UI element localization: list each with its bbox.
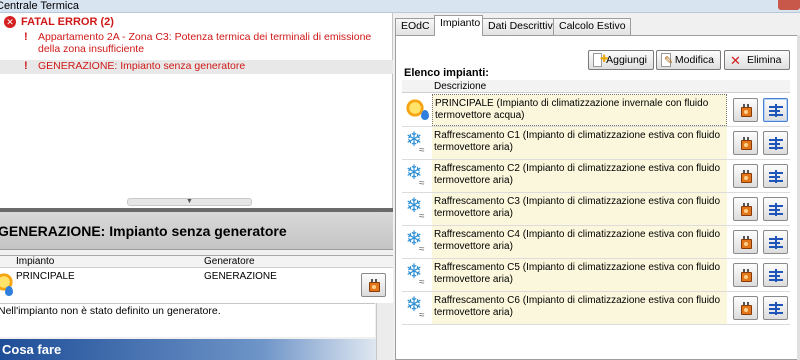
distribution-button[interactable] [763, 98, 788, 122]
title-bar: Centrale Termica [0, 0, 800, 13]
distribution-icon [769, 236, 783, 249]
error-list-panel: ✕ FATAL ERROR (2) ! Appartamento 2A - Zo… [0, 13, 393, 208]
action-header: Cosa fare [0, 339, 376, 360]
error-group-title: FATAL ERROR (2) [21, 16, 114, 28]
list-label: Elenco impianti: [404, 67, 489, 79]
collapse-handle[interactable]: ▼ [127, 198, 252, 206]
distribution-icon [769, 203, 783, 216]
add-document-icon: ✚ [593, 53, 608, 67]
tab-calcolo-estivo[interactable]: Calcolo Estivo [553, 18, 631, 35]
generator-icon [741, 104, 752, 117]
delete-icon: ✕ [730, 53, 741, 68]
row-description: Raffrescamento C6 (Impianto di climatizz… [432, 292, 727, 324]
distribution-button[interactable] [763, 263, 788, 287]
snowflake-cooling-icon: ❄ ≈ [405, 162, 425, 189]
distribution-icon [769, 170, 783, 183]
list-row[interactable]: ❄ ≈ Raffrescamento C2 (Impianto di climat… [402, 160, 790, 193]
delete-button[interactable]: ✕ Elimina [724, 50, 790, 70]
row-description: Raffrescamento C3 (Impianto di climatizz… [432, 193, 727, 225]
window-title: Centrale Termica [0, 0, 79, 12]
detail-header: GENERAZIONE: Impianto senza generatore [0, 212, 393, 250]
generator-icon [741, 302, 752, 315]
generator-icon [741, 203, 752, 216]
distribution-icon [769, 137, 783, 150]
distribution-button[interactable] [763, 230, 788, 254]
action-header-title: Cosa fare [2, 342, 62, 357]
right-panel: EOdC Impianto Dati Descrittivi Calcolo E… [393, 13, 800, 360]
detail-note: Nell'impianto non è stato definito un ge… [0, 303, 375, 337]
edit-icon: ✎ [661, 53, 673, 67]
row-description: Raffrescamento C1 (Impianto di climatizz… [432, 127, 727, 159]
row-description: Raffrescamento C5 (Impianto di climatizz… [432, 259, 727, 291]
row-description: PRINCIPALE (Impianto di climatizzazione … [432, 94, 727, 126]
generator-icon [741, 137, 752, 150]
grid-row[interactable]: PRINCIPALE GENERAZIONE [0, 269, 393, 303]
snowflake-cooling-icon: ❄ ≈ [405, 261, 425, 288]
generator-icon [741, 236, 752, 249]
distribution-button[interactable] [763, 296, 788, 320]
error-item-text: GENERAZIONE: Impianto senza generatore [38, 60, 246, 72]
edit-button[interactable]: ✎ Modifica [656, 50, 721, 70]
list-row[interactable]: ❄ ≈ Raffrescamento C1 (Impianto di climat… [402, 127, 790, 160]
cell-impianto: PRINCIPALE [16, 271, 75, 282]
list-row[interactable]: ❄ ≈ Raffrescamento C5 (Impianto di climat… [402, 259, 790, 292]
generator-button[interactable] [733, 230, 758, 254]
generator-icon [741, 170, 752, 183]
detail-grid: Impianto Generatore PRINCIPALE GENERAZIO… [0, 255, 393, 303]
snowflake-cooling-icon: ❄ ≈ [405, 294, 425, 321]
warning-icon: ! [24, 60, 28, 72]
edit-button-label: Modifica [674, 54, 714, 66]
column-header-impianto[interactable]: Impianto [16, 256, 54, 268]
tab-eodc[interactable]: EOdC [395, 18, 435, 35]
list-row[interactable]: PRINCIPALE (Impianto di climatizzazione … [402, 94, 790, 127]
add-button-label: Aggiungi [606, 54, 647, 66]
snowflake-cooling-icon: ❄ ≈ [405, 228, 425, 255]
error-icon: ✕ [4, 16, 16, 28]
column-header-descrizione[interactable]: Descrizione [434, 80, 486, 93]
generator-button[interactable] [733, 131, 758, 155]
error-item[interactable]: ! Appartamento 2A - Zona C3: Potenza ter… [0, 31, 393, 57]
generator-button[interactable] [733, 98, 758, 122]
generator-icon [741, 269, 752, 282]
grid-header: Impianto Generatore [0, 256, 393, 268]
snowflake-cooling-icon: ❄ ≈ [405, 195, 425, 222]
generator-button[interactable] [733, 197, 758, 221]
error-item[interactable]: ! GENERAZIONE: Impianto senza generatore [0, 60, 393, 74]
delete-button-label: Elimina [747, 54, 782, 66]
detail-title: GENERAZIONE: Impianto senza generatore [0, 223, 287, 239]
generator-button[interactable] [733, 296, 758, 320]
add-button[interactable]: ✚ Aggiungi [588, 50, 654, 70]
add-generator-button[interactable] [361, 273, 386, 297]
tab-dati-descrittivi[interactable]: Dati Descrittivi [482, 18, 555, 35]
row-description: Raffrescamento C4 (Impianto di climatizz… [432, 226, 727, 258]
error-group-header[interactable]: ✕ FATAL ERROR (2) [4, 15, 114, 29]
distribution-icon [769, 104, 783, 117]
distribution-button[interactable] [763, 131, 788, 155]
list-row[interactable]: ❄ ≈ Raffrescamento C3 (Impianto di climat… [402, 193, 790, 226]
generator-button[interactable] [733, 263, 758, 287]
row-description: Raffrescamento C2 (Impianto di climatizz… [432, 160, 727, 192]
list-row[interactable]: ❄ ≈ Raffrescamento C6 (Impianto di climat… [402, 292, 790, 325]
note-scrollbar[interactable] [376, 303, 393, 360]
tab-impianto[interactable]: Impianto [434, 15, 483, 36]
snowflake-cooling-icon: ❄ ≈ [405, 129, 425, 156]
cell-generatore: GENERAZIONE [204, 271, 277, 282]
warning-icon: ! [24, 31, 28, 43]
list-row[interactable]: ❄ ≈ Raffrescamento C4 (Impianto di climat… [402, 226, 790, 259]
generator-icon [369, 279, 380, 292]
generator-button[interactable] [733, 164, 758, 188]
sun-heating-icon [403, 96, 431, 124]
list-header: Descrizione [402, 80, 790, 93]
close-window-button[interactable] [778, 0, 800, 10]
distribution-button[interactable] [763, 164, 788, 188]
column-header-generatore[interactable]: Generatore [204, 256, 255, 268]
distribution-button[interactable] [763, 197, 788, 221]
error-item-text: Appartamento 2A - Zona C3: Potenza termi… [38, 31, 372, 55]
distribution-icon [769, 302, 783, 315]
distribution-icon [769, 269, 783, 282]
